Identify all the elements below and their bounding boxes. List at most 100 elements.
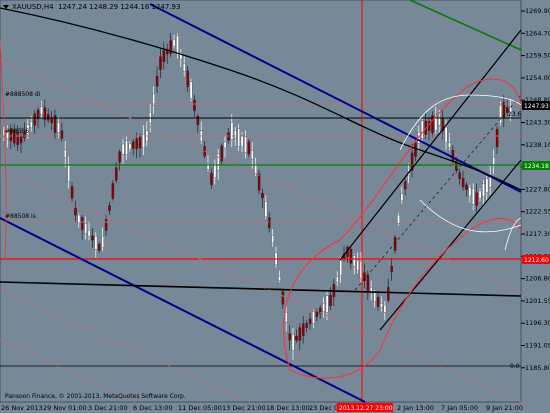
level-label-b: #88586	[5, 128, 29, 135]
chart-background	[0, 0, 550, 413]
candle-body	[247, 141, 251, 155]
time-tick-label: 6 Dec 13:00	[133, 404, 173, 412]
symbol-label: XAUUSD,H4	[12, 3, 54, 11]
price-tick-label: 1227.80	[525, 185, 550, 193]
candle-body	[217, 153, 220, 171]
candle-body	[349, 249, 353, 264]
price-tick-label: 1196.30	[525, 319, 550, 327]
candle-body	[183, 63, 186, 72]
candle-body	[268, 217, 271, 229]
price-tick-label: 1259.50	[525, 52, 550, 60]
candle-body	[244, 136, 247, 153]
time-highlight-text: 2013.12.27 23:00	[339, 405, 393, 412]
candle-body	[308, 318, 312, 324]
candle-body	[230, 122, 234, 140]
candle-body	[390, 265, 393, 273]
candle-body	[115, 167, 118, 181]
candle-body	[47, 114, 50, 121]
candle-body	[57, 122, 60, 133]
candle-body	[220, 145, 223, 162]
candle-body	[264, 201, 268, 218]
time-scale[interactable]: 26 Nov 2013 29 Nov 01:00 3 Dec 21:00 6 Dec …	[1, 404, 523, 412]
candle-body	[278, 276, 281, 281]
chart-window[interactable]: XAUUSD,H4 1247.24 1248.29 1244.16 1247.9…	[0, 0, 550, 413]
candle-body	[261, 193, 264, 199]
candle-body	[366, 275, 370, 292]
candle-body	[298, 327, 302, 341]
candle-body	[172, 39, 176, 47]
candle-body	[81, 217, 84, 230]
candle-body	[91, 235, 94, 241]
candle-body	[19, 136, 23, 144]
candle-body	[74, 207, 77, 216]
candle-body	[60, 130, 64, 139]
candle-body	[376, 297, 380, 307]
level-label-a: #888508 di	[5, 91, 41, 98]
candle-body	[444, 127, 448, 143]
candle-body	[176, 35, 179, 54]
price-tick-label: 1269.90	[525, 7, 550, 15]
candle-body	[108, 205, 111, 211]
candle-body	[33, 113, 36, 126]
candle-body	[40, 106, 43, 115]
candle-body	[94, 235, 98, 250]
candle-body	[237, 128, 240, 147]
candle-body	[353, 255, 356, 267]
price-tick-label: 1222.55	[525, 208, 550, 216]
candle-body	[414, 142, 417, 157]
price-tick-label: 1254.00	[525, 74, 550, 82]
time-tick-label: 7 Jan 05:00	[441, 404, 478, 412]
candle-body	[465, 184, 468, 190]
price-tick-label: 1238.10	[525, 141, 550, 149]
candle-body	[138, 136, 142, 149]
red-price-text: 1212.60	[524, 257, 549, 264]
price-tick-label: 1264.70	[525, 29, 550, 37]
candle-body	[285, 312, 288, 323]
candle-body	[291, 334, 295, 351]
candle-body	[482, 183, 485, 197]
candle-body	[64, 149, 67, 158]
candle-body	[312, 311, 315, 324]
time-tick-label: 29 Nov 01:00	[43, 404, 87, 412]
candle-body	[118, 151, 121, 163]
candle-body	[421, 120, 424, 139]
candle-body	[111, 183, 115, 199]
candle-body	[305, 323, 308, 328]
candle-body	[478, 190, 482, 199]
candle-body	[84, 223, 87, 234]
candle-body	[159, 56, 162, 70]
candle-body	[475, 192, 478, 206]
price-tick-label: 1185.80	[525, 364, 550, 372]
candle-body	[50, 118, 53, 124]
candle-body	[315, 311, 319, 317]
time-tick-label: 13 Dec 21:00	[222, 404, 266, 412]
candle-body	[240, 134, 244, 148]
time-tick-label: 23 Dec 0	[309, 404, 338, 412]
candle-body	[271, 235, 274, 244]
time-tick-label: 26 Nov 2013	[1, 404, 43, 412]
ratio-label: 23.6	[508, 111, 522, 118]
candle-body	[210, 173, 213, 185]
candle-body	[336, 276, 339, 283]
candle-body	[281, 291, 285, 305]
candle-body	[257, 173, 261, 191]
candle-body	[383, 304, 387, 313]
candle-body	[356, 260, 359, 271]
candle-body	[30, 121, 33, 129]
candle-body	[322, 303, 325, 312]
candle-body	[400, 193, 404, 201]
time-tick-label: 11 Dec 05:00	[178, 404, 222, 412]
time-tick-label: 9 Jan 21:00	[486, 404, 523, 412]
candle-body	[387, 287, 390, 301]
candle-body	[87, 230, 91, 237]
time-tick-label: 2 Jan 13:00	[397, 404, 434, 412]
candle-body	[461, 178, 465, 188]
chart-header: XAUUSD,H4 1247.24 1248.29 1244.16 1247.9…	[3, 3, 180, 11]
candle-body	[295, 335, 298, 341]
price-tick-label: 1201.55	[525, 297, 550, 305]
candle-body	[404, 181, 407, 190]
candle-body	[162, 50, 166, 62]
candle-body	[104, 219, 108, 231]
candle-body	[193, 99, 196, 111]
candle-body	[155, 76, 159, 87]
